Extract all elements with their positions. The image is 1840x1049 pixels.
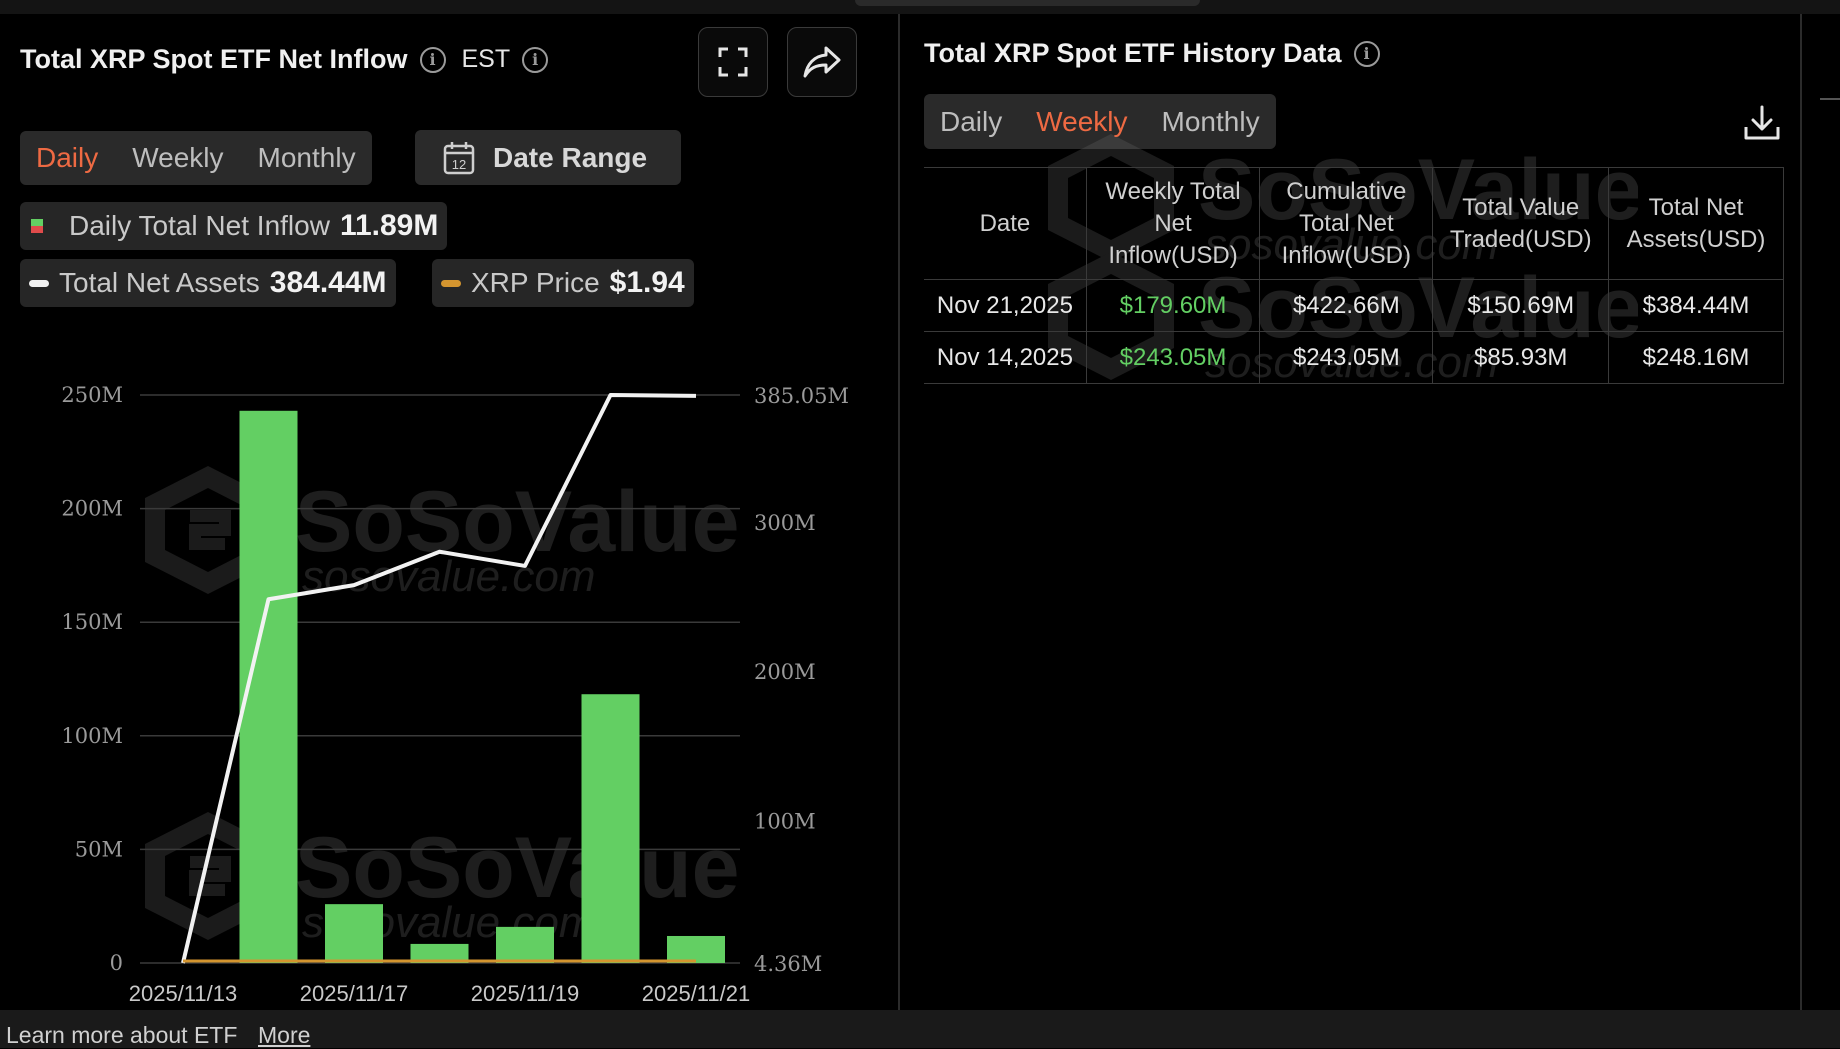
tab-weekly[interactable]: Weekly: [132, 142, 223, 174]
inflow-legend-swatch: [31, 219, 43, 233]
bar: [325, 904, 383, 963]
legend-value: 11.89M: [339, 209, 439, 242]
cell-weekly-inflow: $179.60M: [1085, 279, 1261, 332]
x-tick-label: 2025/11/21: [642, 981, 750, 1006]
column-header[interactable]: Total Net Assets(USD): [1608, 167, 1784, 280]
y-tick-label: 250M: [61, 383, 123, 407]
y-right-tick-label: 100M: [754, 809, 816, 833]
table-header-row: Date Weekly Total Net Inflow(USD) Cumula…: [924, 167, 1784, 280]
period-tabs: Daily Weekly Monthly: [20, 131, 372, 185]
history-table: Date Weekly Total Net Inflow(USD) Cumula…: [924, 167, 1784, 384]
cell-weekly-inflow: $243.05M: [1085, 331, 1261, 384]
legend-value: $1.94: [609, 266, 685, 299]
date-range-label: Date Range: [493, 141, 648, 173]
assets-legend-swatch: [29, 279, 49, 287]
x-tick-label: 2025/11/13: [129, 981, 237, 1006]
cell-value-traded: $150.69M: [1432, 279, 1609, 332]
download-icon: [1744, 105, 1780, 140]
cell-date: Nov 14,2025: [924, 331, 1087, 384]
column-header[interactable]: Total Value Traded(USD): [1432, 167, 1609, 280]
share-button[interactable]: [787, 27, 857, 97]
download-button[interactable]: [1742, 103, 1782, 148]
legend-label: Daily Total Net Inflow: [69, 210, 330, 241]
svg-text:12: 12: [452, 157, 466, 172]
table-row: Nov 14,2025 $243.05M $243.05M $85.93M $2…: [924, 331, 1784, 384]
y-right-tick-label: 200M: [754, 660, 816, 684]
bar: [496, 926, 554, 963]
history-title: Total XRP Spot ETF History Data: [924, 38, 1342, 68]
x-tick-label: 2025/11/19: [471, 981, 579, 1006]
tab-daily[interactable]: Daily: [36, 142, 98, 174]
net-inflow-chart[interactable]: SoSoValue sosovalue.com SoSoValue sosova…: [0, 366, 898, 1016]
net-inflow-panel: Total XRP Spot ETF Net Inflow i EST i Da…: [0, 14, 898, 1010]
y-right-tick-label: 385.05M: [754, 384, 849, 408]
y-right-tick-label: 4.36M: [754, 952, 822, 976]
x-tick-label: 2025/11/17: [300, 981, 408, 1006]
legend-total-net-assets[interactable]: Total Net Assets 384.44M: [20, 259, 396, 307]
chart-x-axis: 2025/11/13 2025/11/17 2025/11/19 2025/11/21: [129, 981, 750, 1006]
cell-cumulative-inflow: $243.05M: [1259, 331, 1434, 384]
calendar-icon: 12: [443, 141, 475, 174]
share-icon: [803, 46, 841, 78]
bar: [581, 694, 640, 963]
fullscreen-icon: [718, 47, 748, 77]
panel-divider: [898, 14, 900, 1010]
tab-monthly[interactable]: Monthly: [1162, 106, 1260, 138]
column-header[interactable]: Date: [924, 167, 1087, 280]
watermark: SoSoValue sosovalue.com SoSoValue sosova…: [145, 466, 740, 947]
tab-monthly[interactable]: Monthly: [258, 142, 356, 174]
cell-net-assets: $384.44M: [1608, 279, 1784, 332]
legend-label: Total Net Assets: [59, 267, 260, 298]
y-tick-label: 200M: [61, 497, 123, 521]
cell-date: Nov 21,2025: [924, 279, 1087, 332]
history-header: Total XRP Spot ETF History Data i: [924, 38, 1380, 69]
net-inflow-header: Total XRP Spot ETF Net Inflow i EST i: [20, 44, 549, 75]
legend-value: 384.44M: [269, 266, 387, 299]
y-right-tick-label: 300M: [754, 511, 816, 535]
footer: Learn more about ETF More: [0, 1010, 1840, 1048]
more-link[interactable]: More: [258, 1022, 310, 1049]
bar: [667, 935, 725, 963]
legend-label: XRP Price: [471, 267, 600, 298]
cell-net-assets: $248.16M: [1608, 331, 1784, 384]
panel-title: Total XRP Spot ETF Net Inflow: [20, 44, 408, 74]
cell-value-traded: $85.93M: [1432, 331, 1609, 384]
info-icon[interactable]: i: [522, 46, 549, 73]
column-header[interactable]: Cumulative Total Net Inflow(USD): [1259, 167, 1434, 280]
y-tick-label: 0: [110, 951, 123, 975]
top-tab-pill[interactable]: [855, 0, 1200, 6]
tab-daily[interactable]: Daily: [940, 106, 1002, 138]
y-tick-label: 50M: [75, 837, 123, 861]
top-bar: [0, 0, 1840, 14]
legend-net-inflow[interactable]: Daily Total Net Inflow 11.89M: [20, 202, 448, 250]
date-range-button[interactable]: 12 Date Range: [415, 130, 681, 185]
fullscreen-button[interactable]: [698, 27, 768, 97]
legend-xrp-price[interactable]: XRP Price $1.94: [432, 259, 694, 307]
svg-text:sosovalue.com: sosovalue.com: [302, 552, 595, 601]
table-row: Nov 21,2025 $179.60M $422.66M $150.69M $…: [924, 279, 1784, 332]
info-icon[interactable]: i: [1353, 40, 1380, 67]
price-legend-swatch: [441, 279, 461, 287]
edge-indicator: [1820, 98, 1840, 100]
info-icon[interactable]: i: [419, 46, 446, 73]
panel-divider: [1800, 14, 1802, 1010]
cell-cumulative-inflow: $422.66M: [1259, 279, 1434, 332]
history-period-tabs: Daily Weekly Monthly: [924, 94, 1276, 149]
timezone-label: EST: [461, 45, 511, 73]
tab-weekly[interactable]: Weekly: [1036, 106, 1127, 138]
y-tick-label: 150M: [61, 610, 123, 634]
y-tick-label: 100M: [61, 724, 123, 748]
footer-text: Learn more about ETF: [6, 1022, 238, 1048]
column-header[interactable]: Weekly Total Net Inflow(USD): [1085, 167, 1261, 280]
